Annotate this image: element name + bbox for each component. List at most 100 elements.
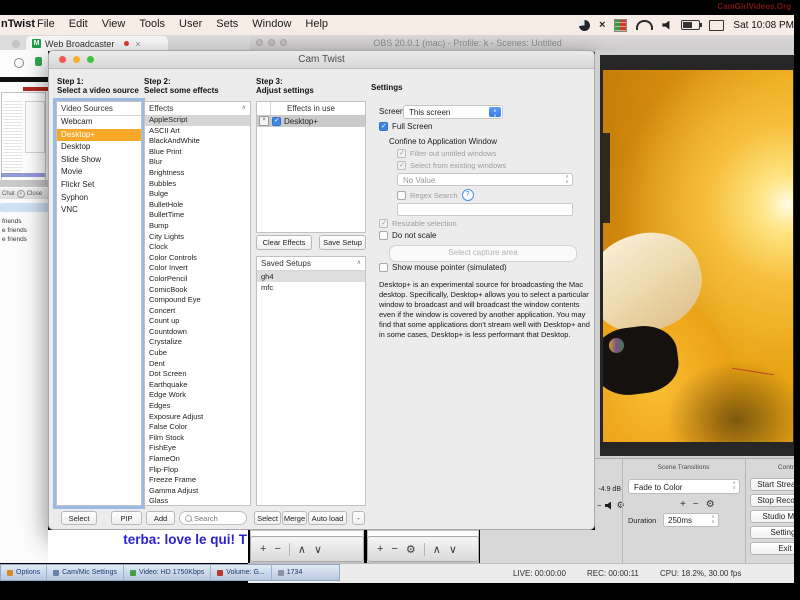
effect-item[interactable]: Bump <box>145 221 250 232</box>
effect-item[interactable]: Countdown <box>145 327 250 338</box>
effect-item[interactable]: Concert <box>145 306 250 317</box>
menu-item[interactable]: Sets <box>216 18 238 30</box>
auto-load-button[interactable]: Auto load <box>308 511 347 525</box>
do-not-scale-checkbox[interactable] <box>379 231 388 240</box>
effect-item[interactable]: BulletHole <box>145 200 250 211</box>
select-existing-checkbox[interactable] <box>397 161 406 170</box>
transition-dropdown[interactable]: Fade to Color ∧∨ <box>628 479 740 494</box>
video-source-item[interactable]: Desktop+ <box>57 129 141 142</box>
mouse-pointer-row[interactable]: Show mouse pointer (simulated) <box>379 263 507 272</box>
regex-input[interactable] <box>397 203 573 216</box>
full-screen-checkbox[interactable] <box>379 122 388 131</box>
effect-item[interactable]: ComicBook <box>145 285 250 296</box>
effect-item[interactable]: Cube <box>145 348 250 359</box>
effect-item[interactable]: Dot Screen <box>145 369 250 380</box>
options-button[interactable]: Options <box>1 565 47 580</box>
effect-item[interactable]: Color Invert <box>145 263 250 274</box>
effect-item[interactable]: Exposure Adjust <box>145 412 250 423</box>
select-source-button[interactable]: Select <box>61 511 97 525</box>
mixer-gear-icon[interactable]: ⚙ <box>617 500 625 511</box>
effect-item[interactable]: BlackAndWhite <box>145 136 250 147</box>
status-circle-icon[interactable] <box>579 20 590 31</box>
camtwist-title-bar[interactable]: Cam Twist <box>49 51 594 69</box>
tab-close-icon[interactable]: × <box>135 39 140 49</box>
effect-enabled-checkbox[interactable] <box>272 117 281 126</box>
effect-item[interactable]: AppleScript <box>145 115 250 126</box>
app-menu[interactable]: nTwist <box>1 18 35 30</box>
save-setup-button[interactable]: Save Setup <box>319 235 366 250</box>
select-capture-area-button[interactable]: Select capture area <box>389 245 577 262</box>
menu-item[interactable]: Tools <box>139 18 165 30</box>
control-button[interactable]: Settings <box>750 526 800 539</box>
effect-search-field[interactable] <box>179 511 247 525</box>
effect-item[interactable]: FishEye <box>145 443 250 454</box>
collapse-caret-icon[interactable]: ∧ <box>242 102 246 115</box>
menu-item[interactable]: Window <box>252 18 291 30</box>
effect-item[interactable]: Count up <box>145 316 250 327</box>
effect-item[interactable]: Edge Work <box>145 390 250 401</box>
effect-item[interactable]: Bulge <box>145 189 250 200</box>
move-down-icon[interactable]: ∨ <box>314 543 322 556</box>
effect-item[interactable]: Blue Print <box>145 147 250 158</box>
control-button[interactable]: Studio Mode <box>750 510 800 523</box>
filter-untitled-row[interactable]: Filter out untitled windows <box>397 149 496 158</box>
source-properties-gear-icon[interactable]: ⚙ <box>406 543 416 556</box>
effect-item[interactable]: Glass <box>145 496 250 505</box>
transition-gear-icon[interactable]: ⚙ <box>706 499 715 510</box>
merge-setup-button[interactable]: Merge <box>282 511 307 525</box>
video-source-item[interactable]: VNC <box>57 204 141 217</box>
menu-item[interactable]: Help <box>305 18 328 30</box>
video-source-item[interactable]: Webcam <box>57 116 141 129</box>
regex-row[interactable]: Regex Search ? <box>397 189 474 201</box>
remove-transition-icon[interactable]: − <box>693 499 699 510</box>
effect-item[interactable]: Flip-Flop <box>145 465 250 476</box>
do-not-scale-row[interactable]: Do not scale <box>379 231 436 240</box>
move-down-icon[interactable]: ∨ <box>449 543 457 556</box>
effect-item[interactable]: ASCII Art <box>145 126 250 137</box>
reload-icon[interactable] <box>14 58 24 68</box>
browser-tab[interactable]: M Web Broadcaster × <box>26 36 168 51</box>
active-effect-row[interactable]: × Desktop+ <box>257 115 365 127</box>
move-up-icon[interactable]: ∧ <box>298 543 306 556</box>
video-source-item[interactable]: Slide Show <box>57 154 141 167</box>
effect-item[interactable]: Blur <box>145 157 250 168</box>
select-setup-button[interactable]: Select <box>254 511 281 525</box>
screen-popup[interactable]: This screen ∧∨ <box>403 105 503 119</box>
filter-untitled-checkbox[interactable] <box>397 149 406 158</box>
add-scene-icon[interactable]: + <box>260 543 266 555</box>
speaker-icon[interactable] <box>605 502 614 510</box>
effect-item[interactable]: False Color <box>145 422 250 433</box>
cam-mic-settings-button[interactable]: Cam/Mic Settings <box>47 565 124 580</box>
effect-item[interactable]: Compound Eye <box>145 295 250 306</box>
add-effect-button[interactable]: Add <box>146 511 175 525</box>
battery-icon[interactable] <box>681 20 700 30</box>
remove-setup-button[interactable]: - <box>352 511 365 525</box>
effect-item[interactable]: Bubbles <box>145 179 250 190</box>
video-source-item[interactable]: Movie <box>57 166 141 179</box>
menu-item[interactable]: User <box>179 18 202 30</box>
video-quality-button[interactable]: Video: HD 1750Kbps <box>124 565 211 580</box>
duration-stepper[interactable]: 250ms ∧∨ <box>663 513 719 527</box>
effect-item[interactable]: Clock <box>145 242 250 253</box>
effect-item[interactable]: City Lights <box>145 232 250 243</box>
effect-item[interactable]: Brightness <box>145 168 250 179</box>
tool-icon[interactable]: × <box>599 20 605 31</box>
window-popup[interactable]: No Value ∧∨ <box>397 173 573 186</box>
close-button[interactable]: Close <box>27 191 42 197</box>
effect-item[interactable]: Freeze Frame <box>145 475 250 486</box>
effect-item[interactable]: Earthquake <box>145 380 250 391</box>
colored-grid-icon[interactable] <box>614 19 627 32</box>
friend-item[interactable]: e friends <box>2 226 48 235</box>
effect-item[interactable]: Gamma Adjust <box>145 486 250 497</box>
volume-icon[interactable] <box>662 21 672 30</box>
add-source-icon[interactable]: + <box>377 543 383 555</box>
effect-item[interactable]: Film Stock <box>145 433 250 444</box>
control-button[interactable]: Exit <box>750 542 800 555</box>
pip-button[interactable]: PIP <box>111 511 142 525</box>
saved-setup-item[interactable]: gh4 <box>257 271 365 282</box>
effect-item[interactable]: Color Controls <box>145 253 250 264</box>
full-screen-row[interactable]: Full Screen <box>379 122 432 131</box>
select-existing-row[interactable]: Select from existing windows <box>397 161 506 170</box>
display-icon[interactable] <box>709 20 724 31</box>
menu-item[interactable]: Edit <box>69 18 88 30</box>
